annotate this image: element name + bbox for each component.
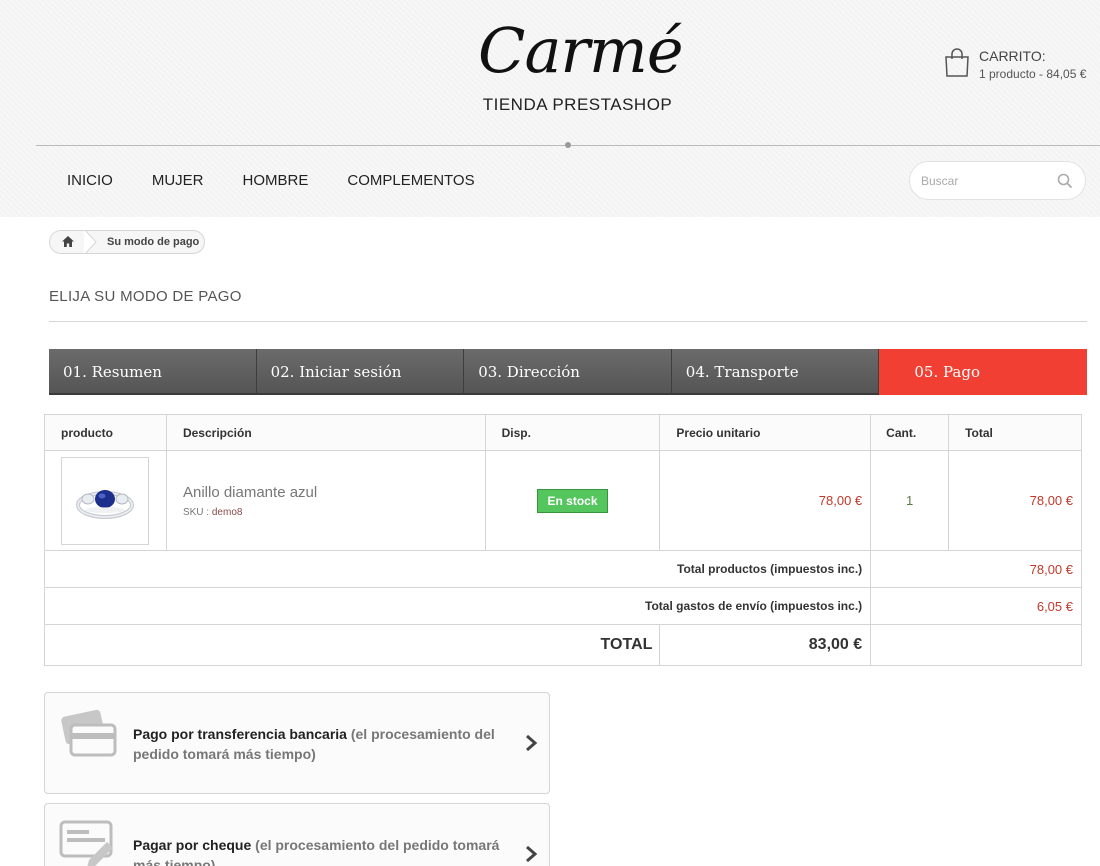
- chevron-right-icon: [526, 734, 538, 752]
- stock-badge: En stock: [537, 488, 608, 513]
- product-sku: SKU : demo8: [183, 507, 485, 518]
- main-nav: INICIO MUJER HOMBRE COMPLEMENTOS: [67, 172, 514, 189]
- col-header-qty: Cant.: [870, 414, 950, 451]
- step-shipping[interactable]: 04. Transporte: [671, 349, 880, 395]
- page-title: ELIJA SU MODO DE PAGO: [49, 288, 242, 305]
- table-header-row: producto Descripción Disp. Precio unitar…: [44, 414, 1082, 451]
- search-input[interactable]: [921, 171, 1051, 191]
- chevron-right-icon: [526, 845, 538, 863]
- payment-title: Pagar por cheque: [133, 837, 252, 853]
- line-total-cell: 78,00 €: [948, 450, 1082, 551]
- sku-value: demo8: [211, 506, 243, 518]
- payment-option-text: Pago por transferencia bancaria (el proc…: [133, 724, 503, 764]
- quantity-cell: 1: [870, 450, 950, 551]
- product-image[interactable]: [61, 456, 149, 545]
- header-divider-dot: [565, 142, 571, 148]
- step-login[interactable]: 02. Iniciar sesión: [256, 349, 465, 395]
- logo[interactable]: Carmé: [478, 14, 684, 94]
- breadcrumb-separator: [84, 231, 97, 253]
- grand-total-label: TOTAL: [43, 624, 661, 666]
- col-header-description: Descripción: [165, 414, 486, 451]
- logo-subtitle: TIENDA PRESTASHOP: [482, 95, 673, 114]
- ring-image: [76, 489, 134, 519]
- cheque-icon: [59, 820, 113, 866]
- product-description-cell: Anillo diamante azul SKU : demo8: [165, 450, 486, 551]
- step-address[interactable]: 03. Dirección: [464, 349, 672, 395]
- product-name[interactable]: Anillo diamante azul: [183, 484, 485, 501]
- cart-widget[interactable]: CARRITO: 1 producto - 84,05 €: [944, 46, 1094, 86]
- grand-total-empty: [870, 624, 1082, 666]
- title-divider: [49, 321, 1087, 322]
- shipping-total-label: Total gastos de envío (impuestos inc.): [43, 587, 872, 625]
- shipping-total-value: 6,05 €: [870, 587, 1082, 625]
- step-label: 03. Dirección: [478, 363, 580, 381]
- nav-item-mujer[interactable]: MUJER: [152, 172, 204, 189]
- search-icon[interactable]: [1057, 173, 1073, 189]
- col-header-unit-price: Precio unitario: [659, 414, 872, 451]
- breadcrumb-current: Su modo de pago: [107, 236, 200, 248]
- table-row: TOTAL 83,00 €: [43, 624, 1082, 666]
- total-products-label: Total productos (impuestos inc.): [43, 550, 872, 588]
- table-row: Total gastos de envío (impuestos inc.) 6…: [43, 587, 1082, 625]
- breadcrumb-home[interactable]: [50, 231, 86, 253]
- nav-item-complementos[interactable]: COMPLEMENTOS: [347, 172, 474, 189]
- col-header-product: producto: [44, 414, 167, 451]
- payment-title: Pago por transferencia bancaria: [133, 726, 347, 742]
- bank-card-icon: [61, 709, 117, 757]
- search-box: [909, 161, 1086, 200]
- breadcrumb: Su modo de pago: [49, 230, 205, 254]
- step-label: 02. Iniciar sesión: [270, 363, 402, 381]
- home-icon: [62, 236, 74, 247]
- step-label: 05. Pago: [914, 363, 980, 381]
- cart-summary-table: producto Descripción Disp. Precio unitar…: [43, 414, 1082, 666]
- step-summary[interactable]: 01. Resumen: [49, 349, 257, 395]
- step-label: 04. Transporte: [685, 363, 799, 381]
- col-header-availability: Disp.: [484, 414, 661, 451]
- payment-option-text: Pagar por cheque (el procesamiento del p…: [133, 835, 503, 866]
- step-label: 01. Resumen: [63, 363, 162, 381]
- sku-label: SKU :: [182, 506, 212, 518]
- grand-total-value: 83,00 €: [659, 624, 872, 666]
- payment-option-cheque[interactable]: Pagar por cheque (el procesamiento del p…: [44, 803, 550, 866]
- payment-option-bankwire[interactable]: Pago por transferencia bancaria (el proc…: [44, 692, 550, 794]
- site-header: Carmé TIENDA PRESTASHOP CARRITO: 1 produ…: [0, 0, 1100, 217]
- table-row: Anillo diamante azul SKU : demo8 En stoc…: [44, 450, 1082, 551]
- cart-summary: 1 producto - 84,05 €: [979, 67, 1087, 81]
- total-products-value: 78,00 €: [870, 550, 1082, 588]
- shopping-bag-icon: [945, 48, 969, 77]
- col-header-total: Total: [948, 414, 1082, 451]
- nav-item-hombre[interactable]: HOMBRE: [243, 172, 309, 189]
- nav-item-inicio[interactable]: INICIO: [67, 172, 113, 189]
- cart-title: CARRITO:: [979, 48, 1046, 64]
- unit-price-cell: 78,00 €: [659, 450, 872, 551]
- checkout-steps: 01. Resumen 02. Iniciar sesión 03. Direc…: [49, 349, 1087, 395]
- product-thumb-cell: [44, 450, 167, 551]
- step-payment: 05. Pago: [879, 349, 1087, 395]
- availability-cell: En stock: [484, 450, 661, 551]
- table-row: Total productos (impuestos inc.) 78,00 €: [43, 550, 1082, 588]
